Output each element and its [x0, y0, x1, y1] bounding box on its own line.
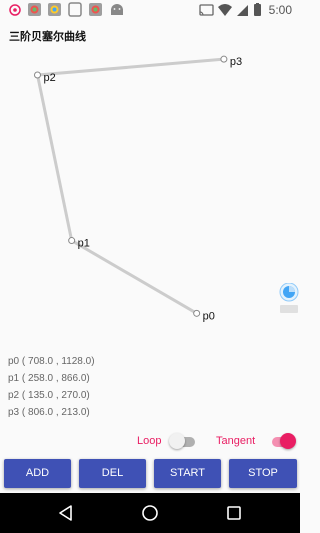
navigation-bar	[0, 493, 300, 533]
wifi-icon	[218, 4, 232, 16]
point-label-p1: p1	[78, 238, 90, 250]
floating-assistant-widget[interactable]	[279, 282, 299, 315]
page-title: 三阶贝塞尔曲线	[9, 30, 86, 43]
app-icon	[28, 3, 41, 16]
tangent-switch-thumb	[280, 433, 296, 449]
bezier-canvas[interactable]: p0 p1 p2 p3	[0, 45, 300, 345]
start-button[interactable]: START	[154, 459, 221, 488]
control-segment	[36, 57, 226, 77]
home-icon	[142, 505, 158, 521]
coord-p1: p1 ( 258.0 , 866.0)	[8, 373, 90, 384]
app-icon	[48, 3, 61, 16]
tangent-label: Tangent	[216, 435, 256, 447]
control-point-p2[interactable]	[34, 71, 41, 79]
battery-icon	[254, 3, 261, 16]
android-icon	[111, 4, 123, 15]
coordinates-panel: p0 ( 708.0 , 1128.0) p1 ( 258.0 , 866.0)…	[8, 353, 95, 421]
coord-p3: p3 ( 806.0 , 213.0)	[8, 407, 90, 418]
loop-switch-thumb	[169, 433, 185, 449]
home-button[interactable]	[130, 493, 170, 533]
app-icon	[89, 3, 102, 16]
loop-label: Loop	[137, 435, 162, 447]
del-button[interactable]: DEL	[79, 459, 146, 488]
control-point-p1[interactable]	[68, 237, 76, 245]
back-icon	[59, 505, 72, 521]
switch-row: Loop Tangent	[0, 432, 300, 452]
stop-button[interactable]: STOP	[229, 459, 297, 488]
tangent-switch[interactable]	[270, 432, 298, 452]
point-label-p2: p2	[44, 72, 56, 84]
signal-icon	[237, 5, 248, 16]
status-bar: 5:00	[0, 0, 300, 20]
recents-button[interactable]	[214, 493, 254, 533]
coord-p0: p0 ( 708.0 , 1128.0)	[8, 356, 95, 367]
circle-badge-icon	[9, 4, 21, 16]
control-point-p3[interactable]	[220, 55, 228, 63]
notification-icon	[68, 2, 82, 17]
control-segment	[70, 239, 199, 315]
recents-icon	[227, 506, 241, 520]
coord-p2: p2 ( 135.0 , 270.0)	[8, 390, 90, 401]
control-point-p0[interactable]	[193, 309, 201, 317]
point-label-p0: p0	[203, 310, 215, 322]
cast-icon	[199, 4, 214, 16]
add-button[interactable]: ADD	[4, 459, 71, 488]
status-clock: 5:00	[268, 3, 292, 17]
back-button[interactable]	[46, 493, 86, 533]
control-segment	[36, 73, 74, 243]
loop-switch[interactable]	[169, 432, 197, 452]
point-label-p3: p3	[230, 56, 242, 68]
